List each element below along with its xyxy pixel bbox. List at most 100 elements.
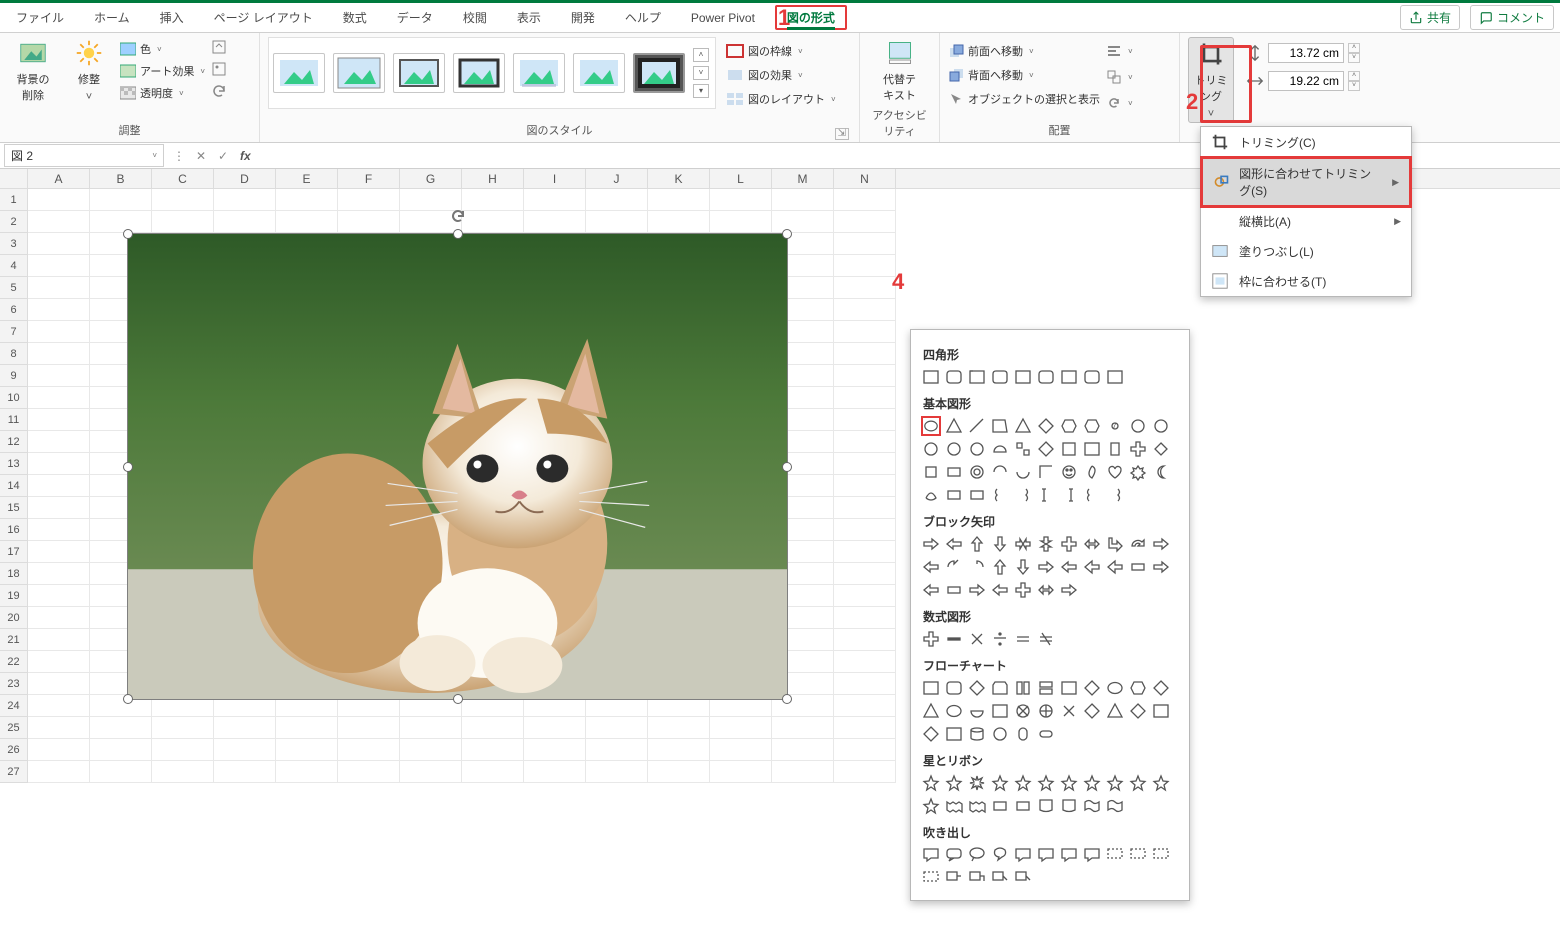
- shape-option[interactable]: [1036, 701, 1056, 721]
- shape-option[interactable]: [990, 724, 1010, 744]
- shape-option[interactable]: [1036, 845, 1056, 865]
- shape-option[interactable]: [944, 416, 964, 436]
- shape-option[interactable]: [967, 678, 987, 698]
- shape-option[interactable]: [1151, 773, 1171, 793]
- shape-option[interactable]: [1151, 701, 1171, 721]
- shape-option[interactable]: [1013, 629, 1033, 649]
- transparency-button[interactable]: 透明度˅: [120, 83, 205, 103]
- shape-option[interactable]: [1013, 580, 1033, 600]
- shape-option[interactable]: [1151, 439, 1171, 459]
- style-thumb[interactable]: [333, 53, 385, 93]
- cell[interactable]: [772, 761, 834, 783]
- cell[interactable]: [90, 189, 152, 211]
- cell[interactable]: [834, 541, 896, 563]
- cell[interactable]: [586, 739, 648, 761]
- cell[interactable]: [28, 233, 90, 255]
- cell[interactable]: [28, 277, 90, 299]
- shape-option[interactable]: [921, 462, 941, 482]
- tab-developer[interactable]: 開発: [561, 5, 605, 30]
- cell[interactable]: [152, 211, 214, 233]
- column-header[interactable]: N: [834, 169, 896, 188]
- cell[interactable]: [462, 761, 524, 783]
- cell[interactable]: [834, 629, 896, 651]
- shape-option[interactable]: [1036, 678, 1056, 698]
- cell[interactable]: [586, 211, 648, 233]
- row-header[interactable]: 12: [0, 431, 28, 453]
- cell[interactable]: [214, 189, 276, 211]
- shape-option[interactable]: [990, 701, 1010, 721]
- cell[interactable]: [28, 695, 90, 717]
- cell[interactable]: [338, 189, 400, 211]
- picture-styles-gallery[interactable]: ˄˅▾: [268, 37, 716, 109]
- shape-option[interactable]: [1059, 580, 1079, 600]
- shape-option[interactable]: [1059, 439, 1079, 459]
- shape-option[interactable]: [1128, 701, 1148, 721]
- resize-handle[interactable]: [453, 229, 463, 239]
- cell[interactable]: [834, 739, 896, 761]
- tab-power-pivot[interactable]: Power Pivot: [681, 7, 765, 29]
- shape-option[interactable]: [1013, 796, 1033, 816]
- picture-effects-button[interactable]: 図の効果˅: [726, 65, 836, 85]
- resize-handle[interactable]: [782, 229, 792, 239]
- tab-insert[interactable]: 挿入: [150, 5, 194, 30]
- shape-option[interactable]: [1128, 678, 1148, 698]
- cell[interactable]: [214, 739, 276, 761]
- enter-formula[interactable]: ✓: [212, 149, 234, 163]
- shape-option[interactable]: [1105, 557, 1125, 577]
- column-header[interactable]: H: [462, 169, 524, 188]
- tab-review[interactable]: 校閲: [453, 5, 497, 30]
- style-thumb[interactable]: [393, 53, 445, 93]
- shape-option[interactable]: [1013, 485, 1033, 505]
- cell[interactable]: [462, 211, 524, 233]
- shape-option[interactable]: [1082, 416, 1102, 436]
- cell[interactable]: [710, 211, 772, 233]
- shape-option[interactable]: [1151, 557, 1171, 577]
- cell[interactable]: [834, 563, 896, 585]
- cell[interactable]: [834, 695, 896, 717]
- row-header[interactable]: 15: [0, 497, 28, 519]
- cell[interactable]: [772, 211, 834, 233]
- shape-option[interactable]: [921, 416, 941, 436]
- row-header[interactable]: 11: [0, 409, 28, 431]
- shape-option[interactable]: [1036, 796, 1056, 816]
- tab-page-layout[interactable]: ページ レイアウト: [204, 5, 323, 30]
- cell[interactable]: [28, 607, 90, 629]
- tab-file[interactable]: ファイル: [6, 5, 74, 30]
- shape-option[interactable]: [1082, 773, 1102, 793]
- selected-picture[interactable]: [127, 233, 788, 700]
- align-button[interactable]: ˅: [1106, 41, 1133, 61]
- shape-option[interactable]: [944, 724, 964, 744]
- row-header[interactable]: 6: [0, 299, 28, 321]
- row-header[interactable]: 24: [0, 695, 28, 717]
- cell[interactable]: [28, 761, 90, 783]
- shape-option[interactable]: [1059, 367, 1079, 387]
- shape-option[interactable]: [967, 367, 987, 387]
- row-header[interactable]: 16: [0, 519, 28, 541]
- shape-option[interactable]: [1013, 462, 1033, 482]
- shape-option[interactable]: [1082, 485, 1102, 505]
- cell[interactable]: [648, 739, 710, 761]
- cell[interactable]: [834, 475, 896, 497]
- shape-option[interactable]: [1128, 534, 1148, 554]
- cell[interactable]: [772, 189, 834, 211]
- shape-option[interactable]: [990, 485, 1010, 505]
- row-header[interactable]: 20: [0, 607, 28, 629]
- color-button[interactable]: 色˅: [120, 39, 205, 59]
- cell[interactable]: [400, 761, 462, 783]
- row-header[interactable]: 4: [0, 255, 28, 277]
- picture-border-button[interactable]: 図の枠線˅: [726, 41, 836, 61]
- cell[interactable]: [28, 563, 90, 585]
- cell[interactable]: [710, 739, 772, 761]
- column-header[interactable]: B: [90, 169, 152, 188]
- resize-handle[interactable]: [123, 694, 133, 704]
- cell[interactable]: [276, 211, 338, 233]
- shape-option[interactable]: [1059, 773, 1079, 793]
- shape-option[interactable]: [1036, 534, 1056, 554]
- shape-option[interactable]: [1036, 439, 1056, 459]
- cell[interactable]: [90, 211, 152, 233]
- row-header[interactable]: 9: [0, 365, 28, 387]
- shape-option[interactable]: [944, 580, 964, 600]
- gallery-more[interactable]: ˄˅▾: [693, 44, 711, 102]
- row-header[interactable]: 10: [0, 387, 28, 409]
- shape-option[interactable]: [921, 845, 941, 865]
